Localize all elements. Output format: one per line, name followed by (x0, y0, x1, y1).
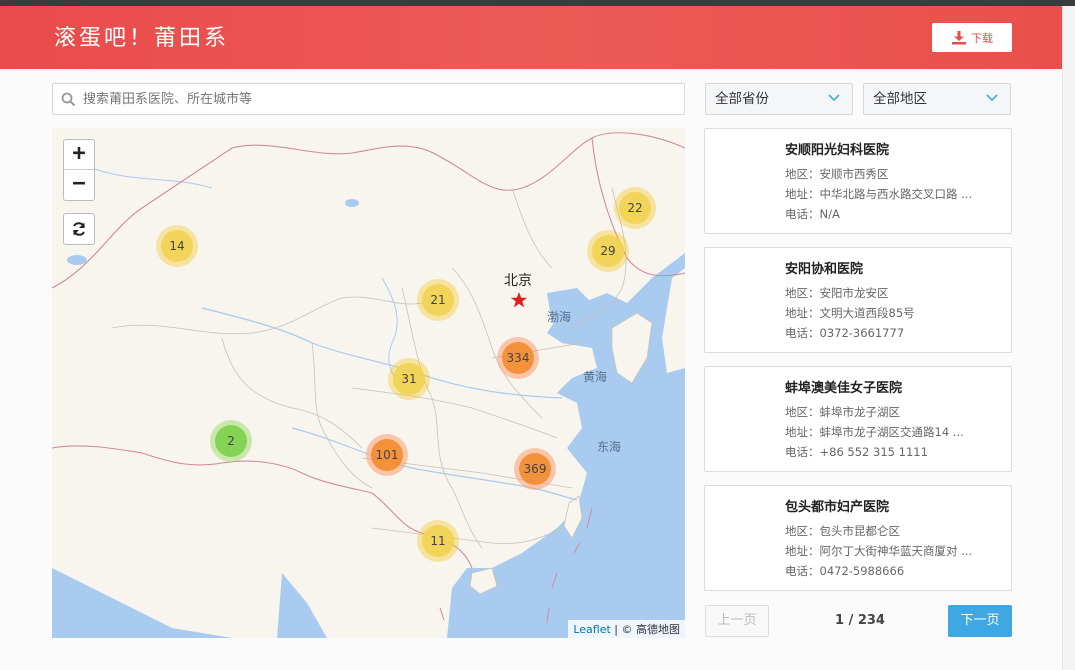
hospital-address: 地址：中华北路与西水路交叉口路 ... (785, 187, 973, 201)
cluster-marker[interactable]: 369 (514, 448, 556, 490)
next-page-button[interactable]: 下一页 (948, 605, 1012, 637)
cluster-marker[interactable]: 101 (366, 434, 408, 476)
area-select-value: 全部地区 (873, 91, 927, 107)
chevron-down-icon (828, 94, 840, 102)
zoom-out-button[interactable]: − (64, 170, 94, 200)
prev-page-button[interactable]: 上一页 (705, 605, 769, 637)
search-input[interactable] (83, 84, 678, 114)
download-icon (952, 30, 966, 44)
hospital-card[interactable]: 蚌埠澳美佳女子医院 地区：蚌埠市龙子湖区 地址：蚌埠市龙子湖区交通路14 ...… (704, 366, 1012, 472)
hospital-address: 地址：蚌埠市龙子湖区交通路14 ... (785, 425, 964, 439)
sea-label: 渤海 (547, 310, 572, 324)
capital-label: 北京 (504, 273, 532, 289)
hospital-card[interactable]: 安顺阳光妇科医院 地区：安顺市西秀区 地址：中华北路与西水路交叉口路 ... 电… (704, 128, 1012, 234)
hospital-phone: 电话：+86 552 315 1111 (785, 445, 928, 459)
page: 滚蛋吧！莆田系 下载 全部省份 全部地区 (0, 6, 1062, 670)
hospital-phone: 电话：0372-3661777 (785, 326, 905, 340)
chevron-down-icon (986, 94, 998, 102)
cluster-marker[interactable]: 22 (614, 187, 656, 229)
leaflet-link[interactable]: Leaflet (573, 623, 610, 636)
province-select[interactable]: 全部省份 (705, 83, 853, 115)
download-button[interactable]: 下载 (932, 23, 1012, 52)
cluster-marker[interactable]: 2 (210, 420, 252, 462)
hospital-phone: 电话：0472-5988666 (785, 564, 905, 578)
hospital-name: 安顺阳光妇科医院 (785, 143, 890, 158)
cluster-marker[interactable]: 29 (587, 230, 629, 272)
cluster-count: 29 (592, 235, 624, 267)
search-box[interactable] (52, 83, 685, 115)
zoom-in-button[interactable]: + (64, 140, 94, 170)
cluster-marker[interactable]: 21 (417, 279, 459, 321)
page-indicator: 1 / 234 (835, 613, 885, 628)
cluster-count: 101 (371, 439, 403, 471)
refresh-button[interactable] (63, 213, 95, 245)
hospital-card[interactable]: 安阳协和医院 地区：安阳市龙安区 地址：文明大道西段85号 电话：0372-36… (704, 247, 1012, 353)
cluster-count: 31 (393, 363, 425, 395)
cluster-count: 21 (422, 284, 454, 316)
cluster-count: 14 (161, 230, 193, 262)
zoom-control: + − (63, 139, 95, 201)
hospital-name: 包头都市妇产医院 (785, 500, 890, 515)
attribution-text: | © 高德地图 (610, 623, 680, 636)
hospital-address: 地址：文明大道西段85号 (785, 306, 915, 320)
map-attribution: Leaflet | © 高德地图 (568, 620, 685, 638)
hospital-region: 地区：包头市昆都仑区 (785, 524, 900, 538)
cluster-count: 22 (619, 192, 651, 224)
hospital-region: 地区：安顺市西秀区 (785, 167, 889, 181)
download-label: 下载 (971, 31, 993, 45)
cluster-count: 2 (215, 425, 247, 457)
cluster-count: 11 (422, 525, 454, 557)
cluster-count: 334 (502, 342, 534, 374)
map-view[interactable]: + − 渤海 黄海 东海 北京 14 22 29 21 334 31 2 101… (52, 128, 685, 638)
province-select-value: 全部省份 (715, 91, 769, 107)
page-scrollbar[interactable] (1062, 6, 1075, 670)
cluster-marker[interactable]: 334 (497, 337, 539, 379)
sea-label: 黄海 (583, 370, 608, 384)
hospital-phone: 电话：N/A (785, 207, 840, 221)
cluster-marker[interactable]: 14 (156, 225, 198, 267)
hospital-card[interactable]: 包头都市妇产医院 地区：包头市昆都仑区 地址：阿尔丁大街神华蓝天商厦对 ... … (704, 485, 1012, 591)
brand-title: 滚蛋吧！莆田系 (54, 26, 230, 51)
cluster-marker[interactable]: 11 (417, 520, 459, 562)
hospital-address: 地址：阿尔丁大街神华蓝天商厦对 ... (785, 544, 973, 558)
sea-label: 东海 (597, 440, 622, 454)
hospital-name: 蚌埠澳美佳女子医院 (785, 381, 903, 396)
refresh-icon (73, 222, 85, 236)
hospital-name: 安阳协和医院 (785, 262, 864, 277)
hospital-region: 地区：蚌埠市龙子湖区 (785, 405, 900, 419)
cluster-count: 369 (519, 453, 551, 485)
area-select[interactable]: 全部地区 (863, 83, 1011, 115)
app-header: 滚蛋吧！莆田系 下载 (0, 6, 1062, 69)
search-icon (61, 92, 76, 107)
cluster-marker[interactable]: 31 (388, 358, 430, 400)
capital-star-icon (510, 292, 528, 308)
hospital-region: 地区：安阳市龙安区 (785, 286, 889, 300)
